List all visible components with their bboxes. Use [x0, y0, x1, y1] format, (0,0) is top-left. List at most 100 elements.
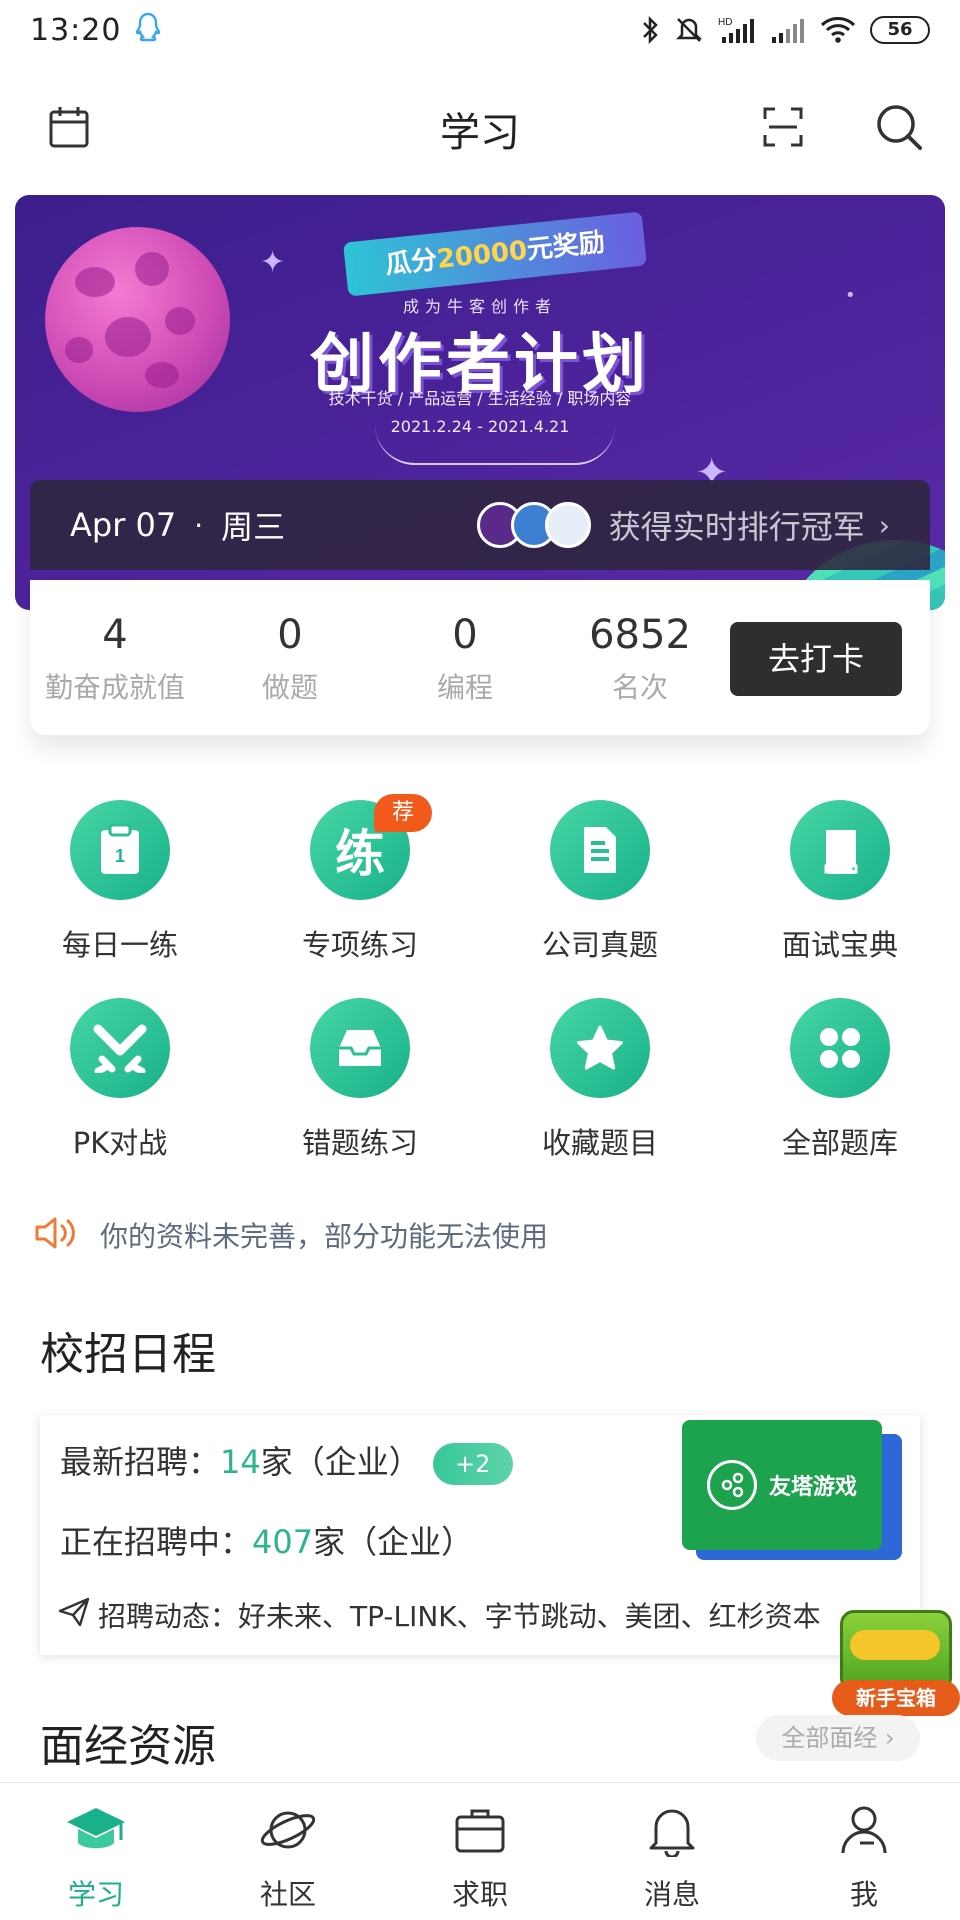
nav-study[interactable]: 学习 — [0, 1799, 192, 1913]
promo-banner[interactable]: ✦ ✦ • 瓜分20000元奖励 成为牛客创作者 创作者计划 技术干货 / 产品… — [15, 195, 945, 610]
bluetooth-icon — [640, 15, 660, 45]
feature-pk-battle[interactable]: PK对战 — [20, 998, 220, 1162]
ongoing-unit: 家（企业） — [313, 1523, 474, 1561]
campus-schedule-title: 校招日程 — [40, 1329, 216, 1380]
nav-label: 求职 — [451, 1878, 508, 1911]
stat-value: 0 — [277, 612, 303, 658]
battery-icon: 56 — [870, 16, 930, 44]
wifi-icon — [820, 15, 856, 45]
stat-value: 4 — [102, 612, 128, 658]
dynamics-label: 招聘动态： — [98, 1600, 239, 1633]
feature-wrong-questions[interactable]: 错题练习 — [260, 998, 460, 1162]
company-name: 友塔游戏 — [768, 1475, 857, 1500]
feature-saved-questions[interactable]: 收藏题目 — [500, 998, 700, 1162]
feature-label: 面试宝典 — [781, 928, 898, 962]
ongoing-hiring-row: 正在招聘中：407家（企业） — [60, 1517, 473, 1563]
nav-me[interactable]: 我 — [768, 1799, 960, 1913]
profile-incomplete-notice[interactable]: 你的资料未完善，部分功能无法使用 — [34, 1210, 934, 1260]
nav-label: 社区 — [259, 1878, 316, 1911]
feature-label: 公司真题 — [541, 928, 658, 962]
search-icon[interactable] — [874, 102, 924, 152]
signal-hd-icon: HD — [718, 15, 756, 45]
stat-label: 勤奋成就值 — [44, 671, 185, 704]
send-icon — [58, 1597, 90, 1634]
feature-daily-practice[interactable]: 1 每日一练 — [20, 800, 220, 964]
mute-icon — [674, 15, 704, 45]
scan-icon[interactable] — [758, 102, 808, 152]
top-bar: 学习 — [0, 80, 960, 172]
latest-plus-badge: +2 — [432, 1443, 513, 1485]
nav-messages[interactable]: 消息 — [576, 1799, 768, 1913]
stat-label: 名次 — [611, 671, 668, 704]
newbie-treasure-chest[interactable]: 新手宝箱 — [832, 1600, 960, 1718]
signal-icon — [770, 15, 806, 45]
clipboard-icon: 1 — [70, 800, 170, 900]
status-time: 13:20 — [30, 12, 122, 48]
feature-company-questions[interactable]: 公司真题 — [500, 800, 700, 964]
checkin-button[interactable]: 去打卡 — [730, 622, 902, 696]
feature-label: PK对战 — [72, 1126, 168, 1160]
stat-coding[interactable]: 0 编程 — [380, 612, 550, 706]
graduation-cap-icon — [0, 1799, 192, 1861]
feature-label: 全部题库 — [781, 1126, 898, 1160]
bell-icon — [576, 1799, 768, 1861]
ribbon-prefix: 瓜分 — [383, 245, 439, 281]
ribbon-amount: 20000 — [435, 235, 529, 276]
star-icon: ✦ — [260, 245, 286, 280]
feature-label: 收藏题目 — [541, 1126, 658, 1160]
treasure-label: 新手宝箱 — [832, 1680, 960, 1716]
ongoing-label: 正在招聘中： — [60, 1523, 253, 1561]
feature-topic-practice[interactable]: 练 荐 专项练习 — [260, 794, 460, 964]
date-rank-strip[interactable]: Apr 07 · 周三 获得实时排行冠军 › — [30, 480, 930, 570]
all-interviews-button[interactable]: 全部面经 › — [756, 1715, 920, 1761]
chevron-right-icon: › — [878, 508, 890, 542]
feature-all-questions[interactable]: 全部题库 — [740, 998, 940, 1162]
planet-icon — [192, 1799, 384, 1861]
latest-hiring-row: 最新招聘：14家（企业） +2 — [60, 1437, 513, 1485]
status-bar: 13:20 HD 56 — [0, 0, 960, 60]
banner-arc-decoration — [375, 425, 615, 465]
latest-label: 最新招聘： — [60, 1443, 221, 1481]
stat-label: 做题 — [261, 671, 318, 704]
person-icon — [768, 1799, 960, 1861]
feature-interview-guide[interactable]: 面试宝典 — [740, 800, 940, 964]
stat-rank[interactable]: 6852 名次 — [555, 612, 725, 706]
strip-separator: · — [194, 508, 204, 542]
ranking-avatars — [476, 502, 591, 548]
feature-label: 错题练习 — [301, 1126, 418, 1160]
stat-value: 0 — [452, 612, 478, 658]
campus-schedule-card[interactable]: 最新招聘：14家（企业） +2 正在招聘中：407家（企业） 招聘动态： 好未来、T… — [40, 1415, 920, 1655]
interview-resources-title: 面经资源 — [40, 1721, 216, 1772]
strip-date: Apr 07 — [70, 506, 177, 544]
notice-text: 你的资料未完善，部分功能无法使用 — [100, 1220, 549, 1253]
stat-diligence[interactable]: 4 勤奋成就值 — [30, 612, 200, 706]
ongoing-count: 407 — [252, 1523, 314, 1561]
recommend-badge: 荐 — [374, 794, 432, 832]
stat-questions[interactable]: 0 做题 — [205, 612, 375, 706]
bottom-nav: 学习 社区 求职 消息 我 — [0, 1782, 960, 1920]
star-icon — [550, 998, 650, 1098]
hiring-dynamics-row: 招聘动态： 好未来、TP-LINK、字节跳动、美团、红杉资本 — [58, 1595, 858, 1635]
feature-label: 每日一练 — [61, 928, 178, 962]
speaker-icon — [34, 1215, 78, 1255]
company-logo-icon — [706, 1460, 757, 1510]
avatar — [544, 502, 591, 548]
nav-jobs[interactable]: 求职 — [384, 1799, 576, 1913]
tray-icon — [310, 998, 410, 1098]
practice-icon: 练 荐 — [310, 794, 432, 900]
nav-label: 学习 — [67, 1878, 124, 1911]
qq-icon — [135, 12, 161, 48]
stats-card: 4 勤奋成就值 0 做题 0 编程 6852 名次 去打卡 — [30, 580, 930, 735]
company-card[interactable]: 友塔游戏 — [682, 1420, 902, 1560]
stat-value: 6852 — [589, 612, 691, 658]
page-title: 学习 — [440, 110, 520, 156]
latest-count: 14 — [220, 1443, 261, 1481]
nav-label: 消息 — [643, 1878, 700, 1911]
strip-weekday: 周三 — [221, 508, 286, 546]
dynamics-list: 好未来、TP-LINK、字节跳动、美团、红杉资本 — [238, 1600, 821, 1633]
rank-link: 获得实时排行冠军 — [608, 508, 865, 546]
coins-icon — [850, 1630, 940, 1660]
banner-tags: 技术干货 / 产品运营 / 生活经验 / 职场内容 — [328, 389, 632, 408]
nav-community[interactable]: 社区 — [192, 1799, 384, 1913]
stat-label: 编程 — [436, 671, 493, 704]
